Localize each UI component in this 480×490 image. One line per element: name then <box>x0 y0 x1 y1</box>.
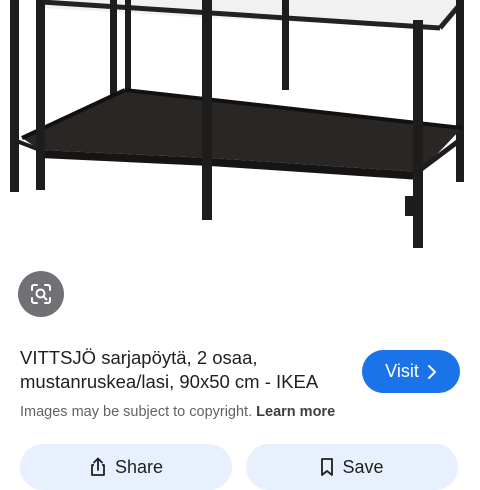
visit-button[interactable]: Visit <box>362 350 460 393</box>
lens-search-button[interactable] <box>18 271 64 317</box>
coffee-table-photo <box>10 0 464 248</box>
share-icon <box>89 457 107 477</box>
product-image[interactable] <box>0 0 480 330</box>
visit-label: Visit <box>385 361 419 381</box>
result-title[interactable]: VITTSJÖ sarjapöytä, 2 osaa, mustanruskea… <box>20 346 350 394</box>
share-label: Share <box>114 456 164 477</box>
save-label: Save <box>342 456 384 477</box>
chevron-right-icon <box>427 364 437 379</box>
learn-more-link[interactable]: Learn more <box>256 404 335 420</box>
copyright-notice: Images may be subject to copyright. Lear… <box>20 404 335 420</box>
share-button[interactable]: Share <box>20 444 232 490</box>
copyright-text: Images may be subject to copyright. <box>20 404 253 420</box>
save-button[interactable]: Save <box>246 444 458 490</box>
result-title-line-1: VITTSJÖ sarjapöytä, 2 osaa, <box>20 347 258 368</box>
lens-search-icon <box>29 282 53 306</box>
result-title-line-2: mustanruskea/lasi, 90x50 cm - IKEA <box>20 371 319 392</box>
bookmark-icon <box>320 458 334 476</box>
